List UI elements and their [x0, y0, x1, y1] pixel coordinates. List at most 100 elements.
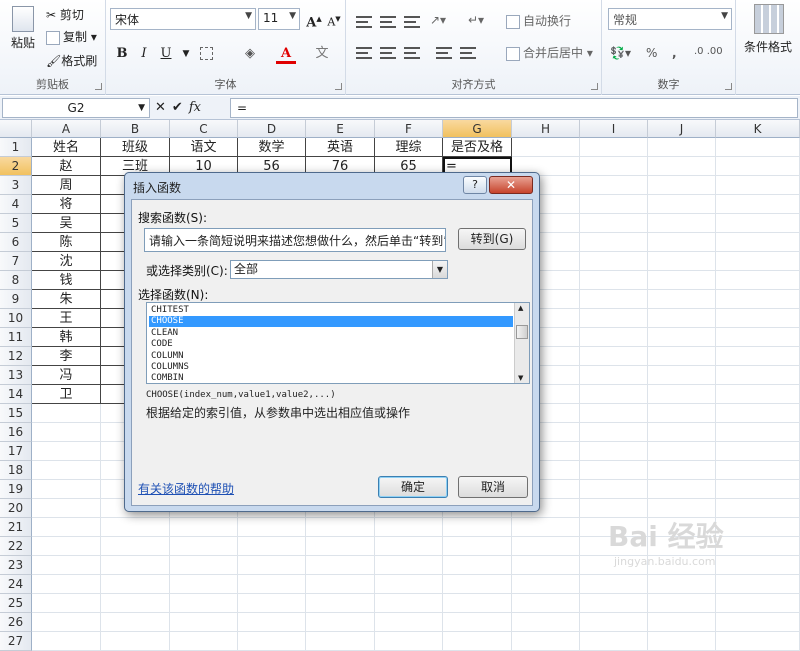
fill-color-button[interactable]: ◈: [240, 44, 260, 64]
grid-cell[interactable]: [648, 309, 716, 328]
underline-dropdown-icon[interactable]: ▼: [176, 44, 196, 64]
row-header-9[interactable]: 9: [0, 290, 32, 309]
row-header-16[interactable]: 16: [0, 423, 32, 442]
grid-cell[interactable]: [716, 385, 800, 404]
cut-button[interactable]: ✂ 剪切: [46, 6, 84, 23]
grid-cell[interactable]: [101, 556, 170, 575]
grid-cell[interactable]: [580, 404, 648, 423]
grid-cell[interactable]: [170, 537, 238, 556]
align-left-icon[interactable]: [356, 47, 372, 59]
grid-cell[interactable]: [648, 271, 716, 290]
row-header-11[interactable]: 11: [0, 328, 32, 347]
row-header-20[interactable]: 20: [0, 499, 32, 518]
name-cell[interactable]: 陈: [32, 233, 101, 252]
grid-cell[interactable]: [101, 518, 170, 537]
grid-cell[interactable]: [716, 480, 800, 499]
grid-cell[interactable]: [716, 366, 800, 385]
grid-cell[interactable]: [512, 613, 580, 632]
currency-button[interactable]: 💱▾: [610, 46, 631, 60]
row-header-21[interactable]: 21: [0, 518, 32, 537]
row-header-18[interactable]: 18: [0, 461, 32, 480]
grid-cell[interactable]: [306, 537, 375, 556]
grid-cell[interactable]: [170, 518, 238, 537]
row-header-12[interactable]: 12: [0, 347, 32, 366]
grid-cell[interactable]: [170, 613, 238, 632]
row-header-19[interactable]: 19: [0, 480, 32, 499]
grid-cell[interactable]: [512, 138, 580, 157]
grid-cell[interactable]: [716, 404, 800, 423]
grid-cell[interactable]: [648, 385, 716, 404]
orientation-button[interactable]: ↗▾: [430, 13, 446, 27]
conditional-format-button[interactable]: 条件格式: [744, 38, 792, 55]
grid-cell[interactable]: [580, 309, 648, 328]
function-list-item[interactable]: COLUMNS: [149, 362, 513, 373]
grid-cell[interactable]: [716, 176, 800, 195]
grid-cell[interactable]: [716, 594, 800, 613]
grid-cell[interactable]: [648, 594, 716, 613]
align-middle-icon[interactable]: [380, 16, 396, 28]
grid-cell[interactable]: [716, 309, 800, 328]
row-header-3[interactable]: 3: [0, 176, 32, 195]
column-header-f[interactable]: F: [375, 120, 443, 138]
grid-cell[interactable]: [716, 138, 800, 157]
grid-cell[interactable]: [238, 518, 306, 537]
column-header-b[interactable]: B: [101, 120, 170, 138]
grid-cell[interactable]: [32, 632, 101, 651]
grid-cell[interactable]: [716, 271, 800, 290]
scrollbar-thumb[interactable]: [516, 325, 528, 339]
name-cell[interactable]: 冯: [32, 366, 101, 385]
header-cell[interactable]: 班级: [101, 138, 170, 157]
row-header-27[interactable]: 27: [0, 632, 32, 651]
grid-cell[interactable]: [716, 233, 800, 252]
grid-cell[interactable]: [375, 518, 443, 537]
column-header-a[interactable]: A: [32, 120, 101, 138]
column-header-i[interactable]: I: [580, 120, 648, 138]
row-header-26[interactable]: 26: [0, 613, 32, 632]
format-painter-button[interactable]: 🖌格式刷: [46, 52, 97, 69]
grid-cell[interactable]: [716, 613, 800, 632]
align-center-icon[interactable]: [380, 47, 396, 59]
font-size-select[interactable]: 11 ▼: [258, 8, 300, 30]
phonetic-button[interactable]: 文: [312, 44, 332, 64]
font-color-button[interactable]: A: [276, 44, 296, 64]
bold-button[interactable]: B: [112, 44, 132, 64]
grid-cell[interactable]: [101, 575, 170, 594]
grid-cell[interactable]: [375, 632, 443, 651]
grid-cell[interactable]: [32, 537, 101, 556]
grid-cell[interactable]: [512, 518, 580, 537]
function-list[interactable]: ▲ ▼ CHITEST CHOOSE CLEAN CODE COLUMN COLUMNS C…: [146, 302, 530, 384]
align-bottom-icon[interactable]: [404, 16, 420, 28]
grid-cell[interactable]: [375, 556, 443, 575]
grid-cell[interactable]: [170, 594, 238, 613]
function-list-item[interactable]: CLEAN: [149, 328, 513, 339]
grid-cell[interactable]: [512, 556, 580, 575]
decrease-indent-icon[interactable]: [436, 47, 452, 59]
dialog-help-button[interactable]: ?: [463, 176, 487, 194]
grid-cell[interactable]: [648, 461, 716, 480]
grid-cell[interactable]: [32, 442, 101, 461]
row-header-23[interactable]: 23: [0, 556, 32, 575]
row-header-14[interactable]: 14: [0, 385, 32, 404]
grid-cell[interactable]: [716, 252, 800, 271]
grid-cell[interactable]: [512, 575, 580, 594]
grid-cell[interactable]: [716, 157, 800, 176]
column-header-k[interactable]: K: [716, 120, 800, 138]
name-cell[interactable]: 李: [32, 347, 101, 366]
underline-button[interactable]: U: [156, 44, 176, 64]
cancel-button[interactable]: 取消: [458, 476, 528, 498]
grid-cell[interactable]: [32, 575, 101, 594]
header-cell[interactable]: 是否及格: [443, 138, 512, 157]
paste-button[interactable]: 粘贴: [8, 6, 38, 56]
grid-cell[interactable]: [101, 613, 170, 632]
align-top-icon[interactable]: [356, 16, 372, 28]
grid-cell[interactable]: [512, 594, 580, 613]
select-all-corner[interactable]: [0, 120, 32, 138]
grid-cell[interactable]: [648, 157, 716, 176]
column-header-d[interactable]: D: [238, 120, 306, 138]
grid-cell[interactable]: [716, 442, 800, 461]
grid-cell[interactable]: [716, 290, 800, 309]
name-cell[interactable]: 钱: [32, 271, 101, 290]
grid-cell[interactable]: [306, 556, 375, 575]
header-cell[interactable]: 姓名: [32, 138, 101, 157]
font-launcher-icon[interactable]: [335, 83, 342, 90]
